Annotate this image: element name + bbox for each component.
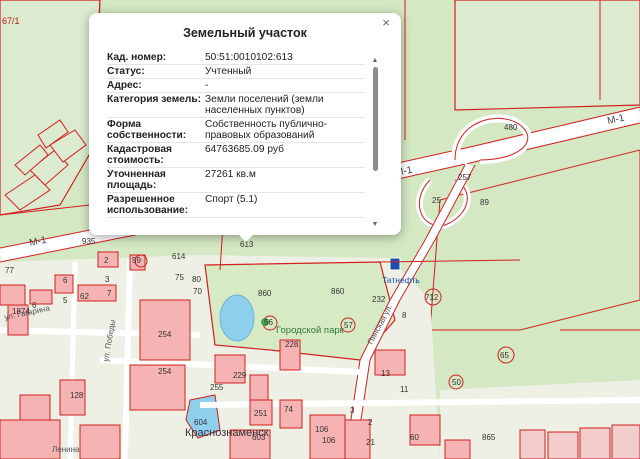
parcel-large-ne[interactable]: [454, 0, 640, 111]
parcel-number: 50: [452, 378, 461, 387]
parcel-number: 229: [233, 371, 247, 380]
parcel-number: 2: [104, 256, 109, 265]
row-value: Земли поселений (земли населенных пункто…: [205, 92, 365, 118]
row-value: Спорт (5.1): [205, 192, 365, 218]
parcel-number: 228: [285, 340, 299, 349]
parcel-number: 11: [400, 385, 409, 394]
row-key: Категория земель:: [107, 92, 205, 118]
parcel-number: 89: [480, 198, 489, 207]
table-row: Кадастровая стоимость: 64763685.09 руб: [107, 142, 365, 168]
parcel-number: 75: [175, 273, 184, 282]
parcel-number: 106: [322, 436, 336, 445]
row-value: -: [205, 78, 365, 93]
parcel-number: 7: [107, 289, 112, 298]
parcel-number: 604: [194, 418, 208, 427]
parcel-number: 128: [70, 391, 84, 400]
row-key: Статус:: [107, 64, 205, 79]
parcel-number: 74: [284, 405, 293, 414]
scroll-thumb[interactable]: [373, 67, 378, 171]
parcel-number: 2: [368, 418, 373, 427]
gas-station-icon[interactable]: [389, 257, 401, 271]
parcel-number: 57: [344, 321, 353, 330]
row-value: 27261 кв.м: [205, 167, 365, 193]
parcel-number: 62: [80, 292, 89, 301]
parcel-number: 70: [193, 287, 202, 296]
parcel-number: 860: [331, 287, 345, 296]
row-value: Собственность публично-правовых образова…: [205, 117, 365, 143]
parcel-number: 80: [192, 275, 201, 284]
parcel-number: 106: [315, 425, 329, 434]
table-row: Категория земель: Земли поселений (земли …: [107, 92, 365, 118]
parcel-number: 860: [258, 289, 272, 298]
building-blocks-east[interactable]: [519, 424, 640, 459]
popup-body[interactable]: Кад. номер: 50:51:0010102:613 Статус: Учте…: [107, 51, 365, 229]
parcel-number: 603: [252, 433, 266, 442]
parcel-number: 257: [458, 173, 472, 182]
row-value: 64763685.09 руб: [205, 142, 365, 168]
table-row: Форма собственности: Собственность публич…: [107, 117, 365, 143]
label-gas-station: Татнефть: [382, 275, 420, 285]
scroll-down-icon[interactable]: ▼: [371, 221, 379, 229]
parcel-number: 65: [500, 351, 509, 360]
table-row: Статус: Учтенный: [107, 64, 365, 79]
park-lake: [219, 294, 255, 342]
table-row: Уточненная площадь: 27261 кв.м: [107, 167, 365, 193]
row-value: Учтенный: [205, 64, 365, 79]
label-top-left-code: 67/1: [2, 16, 20, 26]
parcel-number: 21: [366, 438, 375, 447]
parcel-number: 6: [32, 301, 37, 310]
parcel-number: 1874: [12, 307, 30, 316]
parcel-number: 254: [158, 330, 172, 339]
parcel-number: 77: [5, 266, 14, 275]
parcel-number: 3: [105, 275, 110, 284]
parcel-number: 8: [402, 311, 407, 320]
close-icon[interactable]: ×: [379, 16, 393, 30]
parcel-number: 935: [82, 237, 96, 246]
parcel-number: 60: [410, 433, 419, 442]
row-key: Адрес:: [107, 78, 205, 93]
label-park: Городской парк: [276, 325, 345, 336]
parcel-number: 254: [158, 367, 172, 376]
table-row: Адрес: -: [107, 78, 365, 93]
parcel-number: 13: [381, 369, 390, 378]
parcel-number: 480: [504, 123, 518, 132]
row-key: Уточненная площадь:: [107, 167, 205, 193]
parcel-info-popup[interactable]: Земельный участок × Кад. номер: 50:51:001…: [89, 13, 401, 242]
popup-scrollbar[interactable]: ▲ ▼: [371, 57, 379, 228]
parcel-number: 865: [482, 433, 496, 442]
parcel-number: 3: [350, 406, 355, 415]
label-street-lenina: Ленина: [52, 445, 80, 454]
scroll-up-icon[interactable]: ▲: [371, 57, 379, 65]
parcel-number: 255: [210, 383, 224, 392]
parcel-number: 614: [172, 252, 186, 261]
parcel-number: 232: [372, 295, 386, 304]
row-key: Разрешенное использование:: [107, 192, 205, 218]
parcel-number: 6: [63, 276, 68, 285]
row-key: Кадастровая стоимость:: [107, 142, 205, 168]
parcel-number: 25: [432, 196, 441, 205]
row-key: Кад. номер:: [107, 51, 205, 65]
row-key: Форма собственности:: [107, 117, 205, 143]
parcel-number: 251: [254, 409, 268, 418]
parcel-number: 5: [63, 296, 68, 305]
parcel-info-table: Кад. номер: 50:51:0010102:613 Статус: Учте…: [107, 51, 365, 218]
popup-title: Земельный участок: [183, 26, 307, 40]
table-row: Кад. номер: 50:51:0010102:613: [107, 51, 365, 65]
parcel-number: 712: [425, 293, 439, 302]
table-row: Разрешенное использование: Спорт (5.1): [107, 192, 365, 218]
row-value: 50:51:0010102:613: [205, 51, 365, 65]
parcel-number: 59: [132, 256, 141, 265]
popup-pointer: [239, 235, 253, 242]
parcel-number: 56: [264, 318, 273, 327]
